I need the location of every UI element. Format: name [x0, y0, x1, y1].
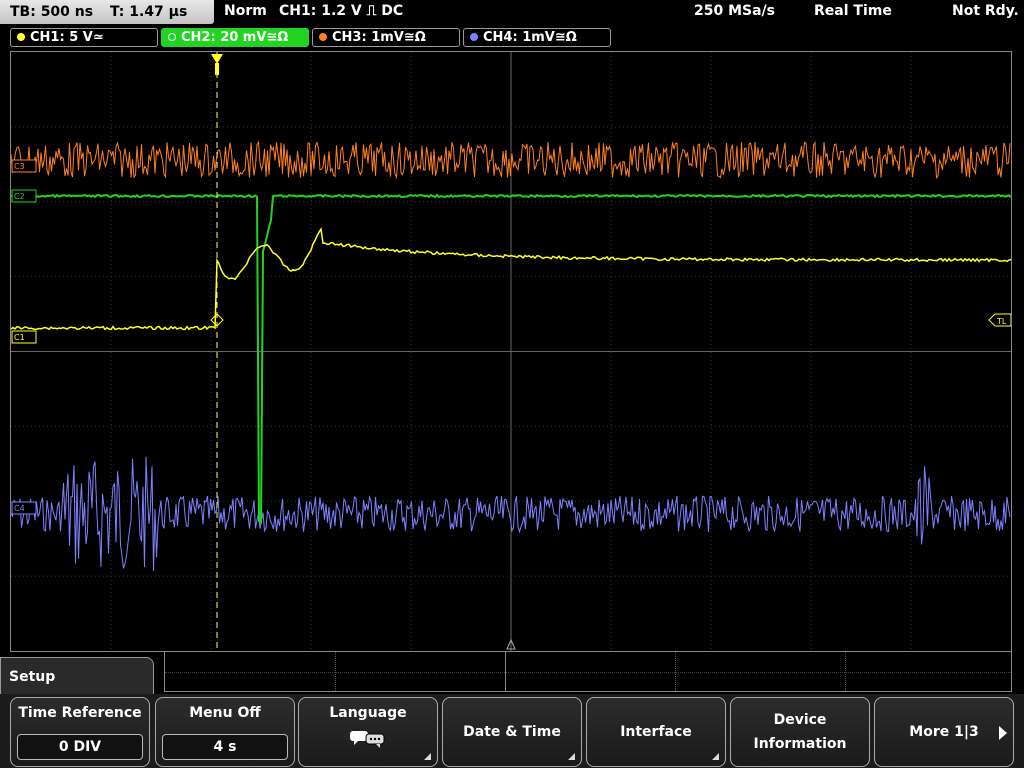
interface-button[interactable]: Interface [586, 697, 726, 767]
trigger-position: T: 1.47 µs [109, 4, 188, 20]
time-reference-button[interactable]: Time Reference 0 DIV [10, 697, 150, 767]
time-reference-value: 0 DIV [17, 734, 143, 760]
menu-off-value: 4 s [162, 734, 288, 760]
ch3-label: CH3: 1mV≅Ω [332, 30, 426, 45]
ch1-label: CH1: 5 V≃ [30, 30, 104, 45]
device-information-label-1: Device [773, 712, 827, 728]
menu-title-tab: Setup [0, 657, 154, 697]
trigger-mode[interactable]: Norm [224, 3, 267, 19]
menu-off-button[interactable]: Menu Off 4 s [155, 697, 295, 767]
submenu-indicator-icon [424, 753, 431, 760]
speech-bubble-icon [348, 727, 388, 753]
ch2-color-icon [168, 33, 176, 41]
ch2-label: CH2: 20 mV≅Ω [181, 30, 289, 45]
grid [11, 52, 1011, 651]
tab-ch3[interactable]: CH3: 1mV≅Ω [312, 28, 460, 47]
menu-title: Setup [9, 669, 56, 685]
ch3-marker-label: C3 [14, 162, 25, 171]
date-time-button[interactable]: Date & Time [442, 697, 582, 767]
tab-ch2[interactable]: CH2: 20 mV≅Ω [161, 28, 309, 47]
ch3-color-icon [319, 33, 327, 41]
ready-status: Not Rdy. [952, 3, 1019, 19]
menu-off-label: Menu Off [189, 705, 261, 721]
more-label: More 1|3 [909, 724, 979, 740]
device-information-label-2: Information [753, 736, 847, 752]
status-bar: Norm CH1: 1.2 V ⎍ DC 250 MSa/s Real Time… [216, 0, 1024, 24]
ch2-marker-label: C2 [14, 192, 25, 201]
ch1-marker-label: C1 [14, 333, 25, 342]
interface-label: Interface [620, 724, 692, 740]
trigger-setting[interactable]: CH1: 1.2 V ⎍ DC [279, 3, 403, 19]
date-time-label: Date & Time [463, 724, 561, 740]
ch1-color-icon [17, 33, 25, 41]
device-information-button[interactable]: Device Information [730, 697, 870, 767]
submenu-indicator-icon [568, 753, 575, 760]
tab-ch1[interactable]: CH1: 5 V≃ [10, 28, 158, 47]
ch4-color-icon [470, 33, 478, 41]
sample-rate: 250 MSa/s [694, 3, 776, 19]
timebase-panel[interactable]: TB: 500 ns T: 1.47 µs [0, 0, 214, 24]
submenu-indicator-icon [712, 753, 719, 760]
tab-ch4[interactable]: CH4: 1mV≅Ω [463, 28, 611, 47]
trigger-level-label: TL [996, 317, 1007, 326]
ch4-label: CH4: 1mV≅Ω [483, 30, 577, 45]
more-button[interactable]: More 1|3 [874, 697, 1014, 767]
time-reference-label: Time Reference [18, 705, 142, 721]
waveform-canvas: TL C3 C2 C1 C4 [11, 52, 1011, 651]
language-label: Language [329, 705, 407, 721]
arrow-right-icon [999, 726, 1007, 740]
zoom-strip [164, 652, 1012, 692]
language-button[interactable]: Language [298, 697, 438, 767]
trigger-position-icon[interactable] [211, 54, 223, 64]
timebase-value: TB: 500 ns [10, 4, 94, 20]
ch4-marker-label: C4 [14, 504, 25, 513]
acquisition-mode: Real Time [814, 3, 892, 19]
trigger-position-stem [215, 63, 219, 75]
waveform-display[interactable]: TL C3 C2 C1 C4 [10, 51, 1012, 652]
